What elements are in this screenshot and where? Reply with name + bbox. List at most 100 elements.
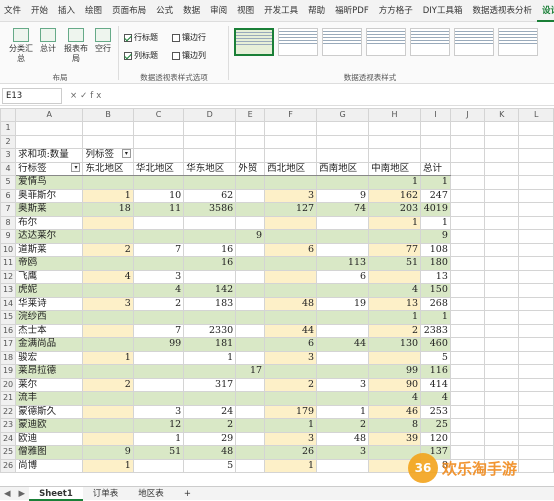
cell[interactable] [518,121,554,136]
pivot-value-cell[interactable]: 13 [420,269,451,284]
report-layout-button[interactable]: 报表布局 [64,28,88,64]
cell[interactable] [483,350,520,365]
pivot-value-cell[interactable]: 3 [264,350,318,365]
column-header[interactable]: L [518,108,554,122]
pivot-row-name[interactable]: 奥斯莱 [15,202,84,217]
pivot-value-cell[interactable]: 113 [316,256,370,271]
pivot-value-cell[interactable]: 6 [316,269,370,284]
tab-regions[interactable]: 地区表 [128,487,174,501]
cell[interactable] [449,188,485,203]
pivot-value-cell[interactable]: 44 [316,337,370,352]
cell[interactable] [518,256,554,271]
pivot-value-cell[interactable] [82,256,134,271]
cell[interactable] [483,134,520,149]
pivot-value-cell[interactable] [183,364,237,379]
name-box[interactable]: E13 [2,87,62,104]
cell[interactable] [518,229,554,244]
cell[interactable] [449,215,485,230]
pivot-value-cell[interactable] [368,229,422,244]
pivot-value-cell[interactable] [132,350,185,365]
pivot-value-cell[interactable] [235,404,266,419]
cell[interactable] [15,134,84,149]
grand-total-button[interactable]: 总计 [38,28,58,54]
column-header[interactable]: E [235,108,266,122]
pivot-value-cell[interactable] [316,458,370,473]
pivot-row-name[interactable]: 虎妮 [15,283,84,298]
pivot-value-cell[interactable]: 3 [264,188,318,203]
column-header[interactable]: J [449,108,485,122]
pivot-row-name[interactable]: 道斯莱 [15,242,84,257]
pivot-row-name[interactable]: 僧雅图 [15,445,84,460]
cell[interactable] [132,134,185,149]
column-header[interactable]: I [420,108,451,122]
pivot-header-cell[interactable]: 总计 [420,161,451,176]
row-header[interactable]: 21 [0,391,17,406]
pivot-value-cell[interactable] [264,391,318,406]
pivot-value-cell[interactable] [316,242,370,257]
pivot-value-cell[interactable] [235,188,266,203]
pivot-value-cell[interactable] [132,310,185,325]
pivot-value-cell[interactable] [235,175,266,190]
cell[interactable] [449,310,485,325]
pivot-value-cell[interactable]: 4 [82,269,134,284]
cell[interactable] [235,134,266,149]
pivot-value-cell[interactable]: 183 [183,296,237,311]
row-header[interactable]: 20 [0,377,17,392]
pivot-value-cell[interactable] [82,283,134,298]
pivot-value-cell[interactable]: 16 [183,256,237,271]
pivot-value-cell[interactable]: 179 [264,404,318,419]
pivot-row-name[interactable]: 莱昂拉德 [15,364,84,379]
pivot-value-cell[interactable]: 62 [183,188,237,203]
pivot-value-cell[interactable]: 1 [264,418,318,433]
pivot-value-cell[interactable]: 4 [420,391,451,406]
cell[interactable] [483,148,520,163]
pivot-row-name[interactable]: 华莱诗 [15,296,84,311]
pivot-value-cell[interactable] [316,229,370,244]
cell[interactable] [518,242,554,257]
menu-item[interactable]: 页面布局 [107,0,151,22]
pivot-value-cell[interactable]: 2 [368,323,422,338]
pivot-value-cell[interactable]: 2 [132,296,185,311]
pivot-style-swatch[interactable] [454,28,494,56]
pivot-value-cell[interactable] [316,364,370,379]
cell[interactable] [483,215,520,230]
pivot-value-cell[interactable]: 3 [316,377,370,392]
pivot-row-name[interactable]: 飞鹰 [15,269,84,284]
pivot-value-cell[interactable] [132,391,185,406]
pivot-value-cell[interactable] [235,242,266,257]
pivot-value-cell[interactable] [235,445,266,460]
cell[interactable] [518,161,554,176]
pivot-value-cell[interactable]: 9 [316,188,370,203]
cell[interactable] [449,323,485,338]
prev-sheet-icon[interactable]: ◀ [0,489,15,499]
pivot-value-cell[interactable]: 4 [368,391,422,406]
pivot-value-cell[interactable]: 10 [132,188,185,203]
cell[interactable] [483,283,520,298]
pivot-value-cell[interactable]: 317 [183,377,237,392]
pivot-value-cell[interactable] [82,431,134,446]
pivot-value-cell[interactable] [82,175,134,190]
menu-item[interactable]: DIY工具箱 [418,0,468,22]
cell[interactable] [316,148,370,163]
row-header[interactable]: 2 [0,134,17,149]
cell[interactable] [183,148,237,163]
pivot-value-cell[interactable] [316,323,370,338]
row-header[interactable]: 10 [0,242,17,257]
pivot-value-cell[interactable]: 1 [316,404,370,419]
cell[interactable] [449,256,485,271]
pivot-value-cell[interactable] [82,404,134,419]
row-header[interactable]: 26 [0,458,17,473]
cell[interactable] [518,337,554,352]
pivot-value-cell[interactable]: 3 [316,445,370,460]
pivot-value-cell[interactable]: 2 [82,377,134,392]
cell[interactable] [483,161,520,176]
cell[interactable] [449,283,485,298]
cell[interactable] [518,175,554,190]
pivot-value-cell[interactable]: 39 [368,431,422,446]
pivot-value-cell[interactable]: 25 [420,418,451,433]
cell[interactable] [483,242,520,257]
cell[interactable] [518,364,554,379]
cell[interactable] [483,337,520,352]
pivot-value-cell[interactable]: 1 [82,458,134,473]
pivot-header-cell[interactable]: 西北地区 [264,161,318,176]
